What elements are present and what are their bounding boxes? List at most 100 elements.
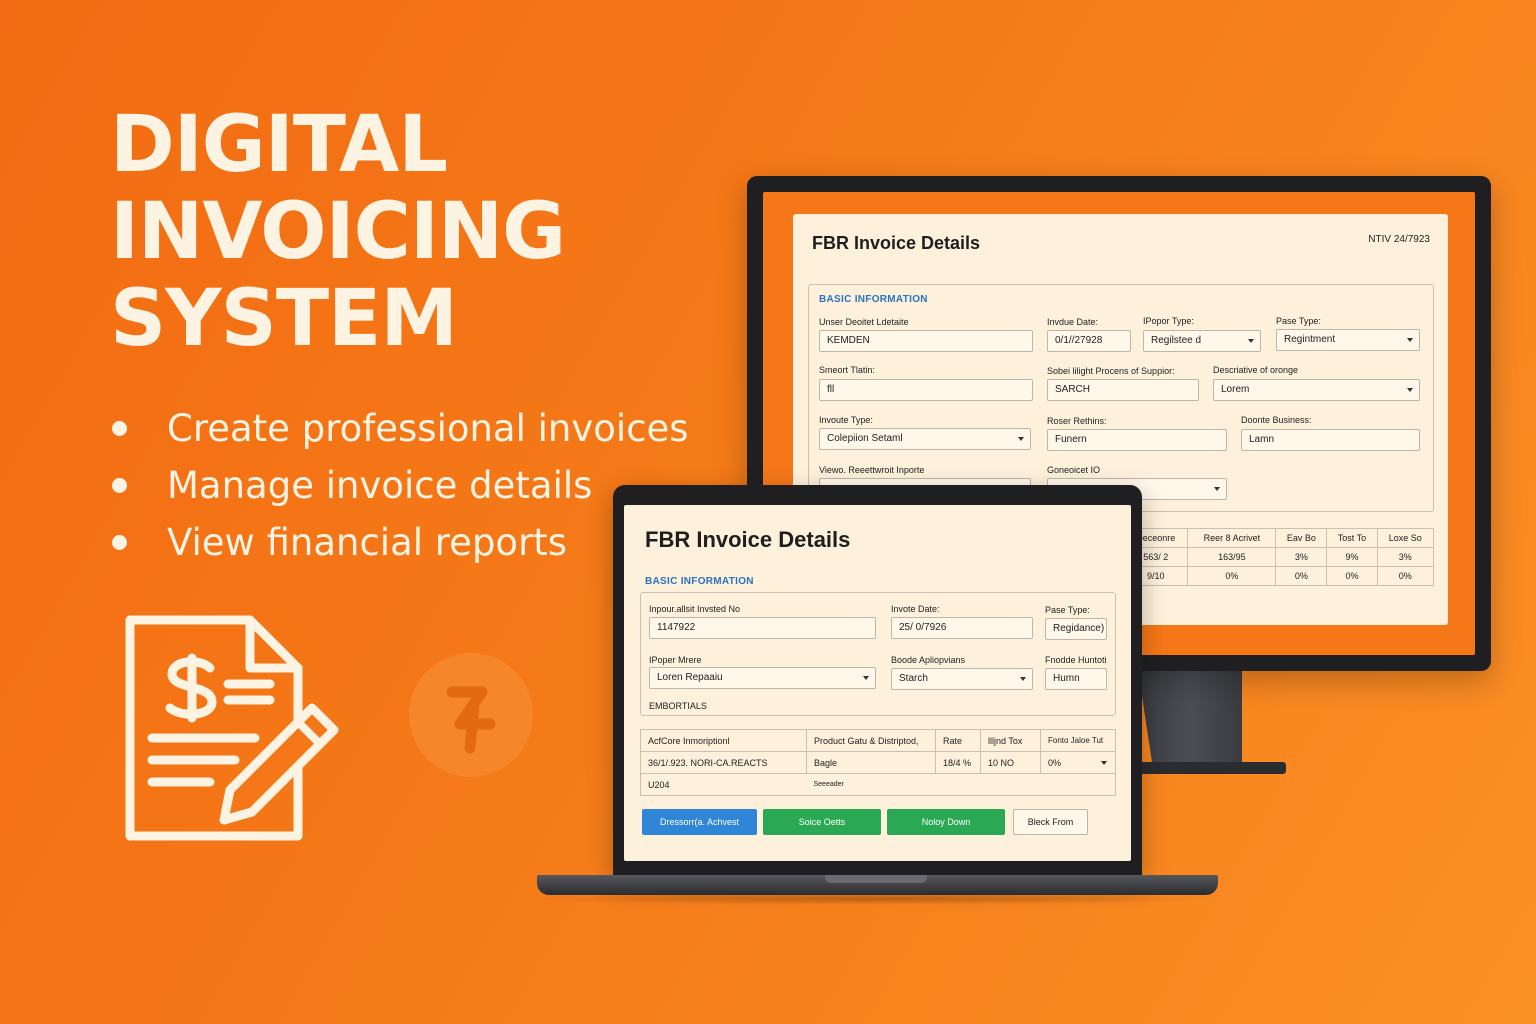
column-header: Tost To [1326, 528, 1378, 548]
download-button[interactable]: Noloy Down [887, 809, 1005, 835]
table-cell: 0% [1376, 566, 1435, 586]
feature-item: View financial reports [112, 514, 689, 571]
paper-select[interactable]: Loren Repaaiu [649, 667, 876, 689]
table-header-row: Deceonre Reer 8 Acrivet Eav Bo Tost To L… [1122, 528, 1435, 548]
back-button[interactable]: Bleck From [1013, 809, 1088, 835]
table-cell: 9% [1326, 547, 1378, 567]
table-cell: 163/95 [1187, 547, 1277, 567]
pase-type-input[interactable]: Regidance) [1045, 618, 1107, 640]
type-select[interactable]: Regilstee d [1143, 330, 1261, 352]
chevron-down-icon [1248, 339, 1254, 343]
table-footer-row: U204 Seeeader [640, 773, 1116, 796]
feature-text: Manage invoice details [167, 464, 593, 507]
monitor-stand-base [1130, 762, 1286, 774]
chevron-down-icon [1101, 761, 1107, 765]
select-value: Colepiion Setaml [827, 433, 903, 444]
text-input[interactable]: Funern [1047, 429, 1227, 451]
invoice-date-input[interactable]: 25/ 0/7926 [891, 617, 1033, 639]
chevron-down-icon [1214, 487, 1220, 491]
field-label: Goneoicet IO [1047, 465, 1101, 475]
page-title: FBR Invoice Details [645, 527, 851, 552]
hero-title-line-1: DIGITAL [110, 100, 448, 190]
date-input[interactable]: 0/1//27928 [1047, 330, 1131, 352]
feature-item: Create professional invoices [112, 400, 689, 457]
table-cell: 36/1/.923. NORI-CA.REACTS [640, 751, 807, 774]
invoice-meta: NTIV 24/7923 [1368, 234, 1430, 245]
select-value: Regintment [1284, 334, 1336, 345]
field-label: Invote Date: [891, 604, 940, 614]
feature-item: Manage invoice details [112, 457, 689, 514]
invoice-panel-laptop: FBR Invoice Details BASIC INFORMATION In… [624, 505, 1131, 861]
invoice-type-select[interactable]: Colepiion Setaml [819, 428, 1031, 450]
column-header: Rate [935, 729, 981, 752]
line-items-table: AcfCore Inmoriptionl Product Gatu & Dist… [640, 729, 1116, 796]
column-header: llljnd Tox [980, 729, 1041, 752]
table-cell: 3% [1376, 547, 1435, 567]
select-value: 0% [1048, 757, 1062, 768]
summary-table: Deceonre Reer 8 Acrivet Eav Bo Tost To L… [1122, 528, 1435, 586]
search-select[interactable]: Starch [891, 668, 1033, 690]
chevron-down-icon [1407, 338, 1413, 342]
column-header: Reer 8 Acrivet [1187, 528, 1277, 548]
save-button[interactable]: Soice Oetts [763, 809, 881, 835]
subsection-heading: EMBORTIALS [649, 701, 707, 711]
select-value: Lorem [1221, 384, 1250, 395]
invoice-dollar-pencil-icon [125, 615, 339, 841]
primary-action-button[interactable]: Dressorr(a. Achvest [642, 809, 757, 835]
field-label: Smeort Tlatin: [819, 365, 875, 375]
chevron-down-icon [1020, 677, 1026, 681]
field-label: IPopor Type: [1143, 316, 1194, 326]
column-header: Loxe So [1376, 528, 1435, 548]
field-label: Unser Deoitet Ldetaite [819, 317, 909, 327]
invoice-number-input[interactable]: 1147922 [649, 617, 876, 639]
field-label: Pase Type: [1276, 316, 1321, 326]
section-heading: BASIC INFORMATION [645, 576, 754, 587]
table-cell: 18/4 % [935, 751, 981, 774]
select-value: Regilstee d [1151, 335, 1202, 346]
laptop: FBR Invoice Details BASIC INFORMATION In… [613, 485, 1142, 877]
table-cell: Seeeader [806, 773, 1116, 796]
text-input[interactable]: fll [819, 379, 1033, 401]
description-select[interactable]: Lorem [1213, 379, 1420, 401]
field-label: Invoute Type: [819, 415, 873, 425]
field-label: Fnodde Huntoti [1045, 655, 1107, 665]
chevron-down-icon [1407, 388, 1413, 392]
table-cell: 10 NO [980, 751, 1041, 774]
text-input[interactable]: Humn [1045, 668, 1107, 690]
basic-information-section: BASIC INFORMATION Unser Deoitet Ldetaite… [808, 284, 1434, 512]
section-heading: BASIC INFORMATION [819, 294, 928, 305]
page-title: FBR Invoice Details [812, 233, 981, 253]
table-cell: 0% [1187, 566, 1277, 586]
table-cell: 3% [1275, 547, 1328, 567]
select-value: Loren Repaaiu [657, 672, 723, 683]
field-label: Viewo. Reeettwroit Inporte [819, 465, 925, 475]
field-label: Inpour.allsit Invsted No [649, 604, 741, 614]
table-row[interactable]: 36/1/.923. NORI-CA.REACTS Bagle 18/4 % 1… [640, 751, 1116, 774]
field-label: Doonte Business: [1241, 415, 1312, 425]
table-cell: 0% [1326, 566, 1378, 586]
pase-type-select[interactable]: Regintment [1276, 329, 1420, 351]
table-row: 563/ 2 163/95 3% 9% 3% [1122, 547, 1435, 567]
bullet-dot [112, 535, 127, 550]
select-value: Starch [899, 673, 928, 684]
tax-select-cell[interactable]: 0% [1040, 751, 1116, 774]
chevron-down-icon [1018, 437, 1024, 441]
search-input[interactable]: SARCH [1047, 379, 1199, 401]
table-cell: Bagle [806, 751, 936, 774]
field-label: Descriative of oronge [1213, 365, 1299, 375]
field-label: Boode Apliopvians [891, 655, 966, 665]
text-input[interactable]: Lamn [1241, 429, 1420, 451]
table-cell: U204 [640, 773, 807, 796]
bullet-dot [112, 421, 127, 436]
field-label: IPoper Mrere [649, 655, 702, 665]
field-label: Roser Rethins: [1047, 416, 1107, 426]
field-label: Pase Type: [1045, 605, 1090, 615]
monitor-stand-neck [1138, 670, 1242, 766]
feature-list: Create professional invoices Manage invo… [112, 400, 689, 571]
hero-title-line-3: SYSTEM [110, 274, 458, 364]
feature-text: View financial reports [167, 521, 568, 564]
column-header: Product Gatu & Distriptod, [806, 729, 936, 752]
text-input[interactable]: KEMDEN [819, 330, 1033, 352]
chevron-down-icon [863, 676, 869, 680]
table-header-row: AcfCore Inmoriptionl Product Gatu & Dist… [640, 729, 1116, 752]
